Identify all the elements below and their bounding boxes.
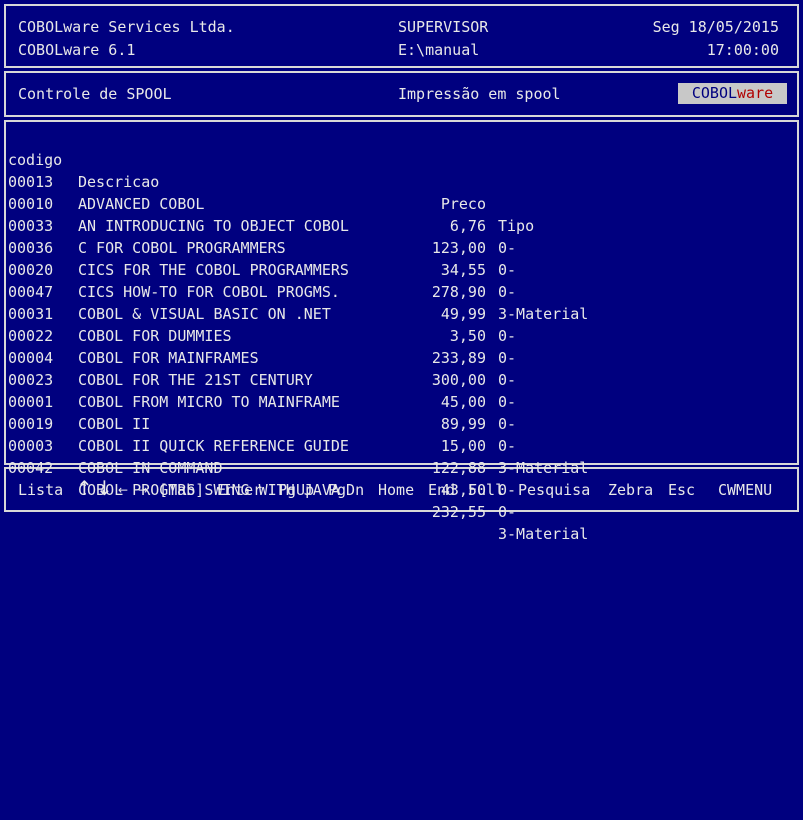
company-name: COBOLware Services Ltda. (18, 18, 235, 36)
pgup-key[interactable]: PgUp (278, 480, 314, 500)
end-key[interactable]: End (428, 480, 455, 500)
pesquisa-key[interactable]: Pesquisa (518, 480, 590, 500)
zebra-key[interactable]: Zebra (608, 480, 653, 500)
cwmenu-key[interactable]: CWMENU (718, 480, 772, 500)
logo-cobol: COBOL (691, 84, 738, 102)
table-row[interactable]: 00020 CICS HOW-TO FOR COBOL PROGMS. 49,9… (8, 237, 788, 345)
esc-key[interactable]: Esc (668, 480, 695, 500)
table-row[interactable]: 00033 C FOR COBOL PROGRAMMERS 34,55 0- (8, 193, 788, 301)
full-key[interactable]: Full (468, 480, 504, 500)
table-row[interactable]: 00047 COBOL & VISUAL BASIC ON .NET 3,50 … (8, 259, 788, 367)
cell-tipo: 0- (498, 503, 517, 521)
table-row[interactable]: 00019 COBOL II QUICK REFERENCE GUIDE 122… (8, 391, 788, 499)
current-path: E:\manual (398, 41, 480, 59)
screen-title: Controle de SPOOL (18, 85, 172, 103)
product-version: COBOLware 6.1 (18, 41, 136, 59)
table-row[interactable]: 00001 COBOL II 15,00 3-Material (8, 369, 788, 477)
tab-key[interactable]: [Tab] (159, 480, 204, 500)
enter-key[interactable]: Enter (217, 480, 262, 500)
cell-tipo: 3-Material (498, 459, 589, 477)
left-arrow-icon[interactable]: ← (118, 480, 128, 500)
current-time: 17:00:00 (706, 41, 779, 59)
cell-codigo: 00042 (8, 459, 54, 477)
cell-tipo: 3-Material (498, 525, 589, 543)
table-row[interactable]: 00013 ADVANCED COBOL 6,76 0- (8, 149, 788, 257)
right-arrow-icon[interactable]: → (138, 480, 148, 500)
down-arrow-icon[interactable]: ↓ (96, 478, 113, 498)
table-row[interactable]: 00031 COBOL FOR DUMMIES 233,89 0- (8, 281, 788, 389)
table-row[interactable]: 00022 COBOL FOR MAINFRAMES 300,00 0- (8, 303, 788, 411)
function-key-bar: Lista ↑ ↓ ← → [Tab] Enter PgUp PgDn Home… (18, 478, 783, 500)
table-row[interactable]: 00036 CICS FOR THE COBOL PROGRAMMERS 278… (8, 215, 788, 323)
screen-subtitle: Impressão em spool (398, 85, 561, 103)
lista-key[interactable]: Lista (18, 480, 63, 500)
home-key[interactable]: Home (378, 480, 414, 500)
cell-preco: 232,55 (431, 503, 486, 521)
table-row[interactable]: 00003 COBOL IN COMMAND 43,50 0- (8, 413, 788, 521)
logo-ware: ware (737, 84, 774, 102)
table-row[interactable]: 00004 COBOL FOR THE 21ST CENTURY 45,00 0… (8, 325, 788, 433)
current-date: Seg 18/05/2015 (652, 18, 779, 36)
cell-preco: 122,88 (431, 459, 486, 477)
pgdn-key[interactable]: PgDn (328, 480, 364, 500)
table-header: codigo Descricao Preco Tipo (8, 127, 788, 235)
user-name: SUPERVISOR (398, 18, 489, 36)
table-row[interactable]: 00010 AN INTRODUCING TO OBJECT COBOL 123… (8, 171, 788, 279)
table-row[interactable]: 00023 COBOL FROM MICRO TO MAINFRAME 89,9… (8, 347, 788, 455)
table-row[interactable]: 00042 COBOL PROGMRS SWING WITH JAVA 232,… (8, 435, 788, 543)
up-arrow-icon[interactable]: ↑ (76, 478, 93, 498)
cobolware-logo: COBOLware (678, 83, 787, 104)
